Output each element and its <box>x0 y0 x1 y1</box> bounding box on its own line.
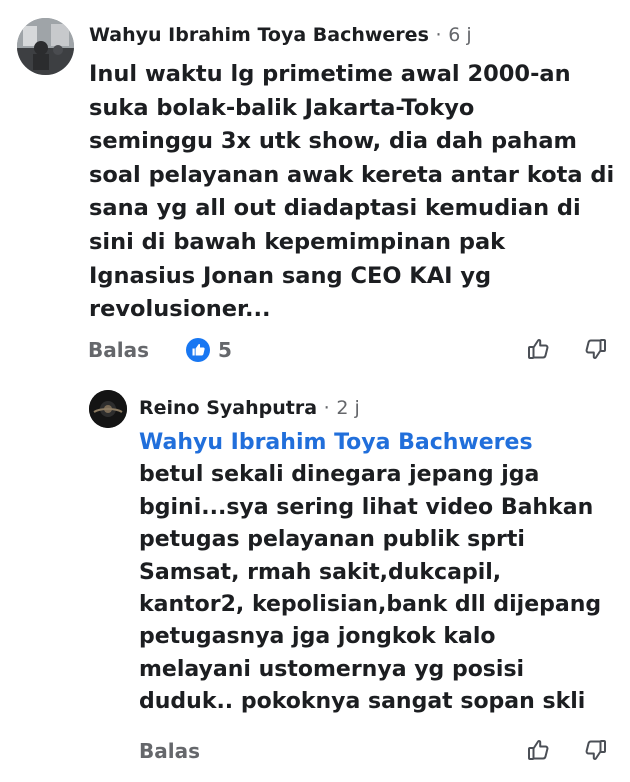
comment-wahyu: Wahyu Ibrahim Toya Bachweres · 6 j Inul … <box>0 0 630 375</box>
thumbs-down-icon[interactable] <box>581 335 609 363</box>
separator-dot: · <box>435 24 442 46</box>
like-badge-icon <box>186 338 210 362</box>
comment-line: sini di bawah kepemimpinan pak <box>89 228 506 255</box>
separator-dot: · <box>323 397 330 419</box>
comment-header: Reino Syahputra · 2 j <box>139 395 360 421</box>
thumbs-down-icon[interactable] <box>581 736 609 764</box>
comment-line: sana yg all out diadaptasi kemudian di <box>89 195 581 222</box>
comment-header: Wahyu Ibrahim Toya Bachweres · 6 j <box>89 22 472 48</box>
comment-line: Ignasius Jonan sang CEO KAI yg <box>89 262 492 289</box>
comment-reino-reply: Reino Syahputra · 2 j Wahyu Ibrahim Toya… <box>0 375 630 782</box>
avatar[interactable] <box>17 18 74 75</box>
like-count: 5 <box>218 338 232 362</box>
thumbs-up-icon[interactable] <box>525 335 553 363</box>
thumbs-up-icon[interactable] <box>525 736 553 764</box>
reply-button[interactable]: Balas <box>88 336 149 364</box>
comment-line: duduk.. pokoknya sangat sopan skli <box>139 689 586 715</box>
comment-body: Inul waktu lg primetime awal 2000-an suk… <box>89 58 614 327</box>
timestamp[interactable]: 6 j <box>448 24 471 46</box>
reply-button[interactable]: Balas <box>139 737 200 765</box>
comment-line: revolusioner... <box>89 296 271 323</box>
comment-line: seminggu 3x utk show, dia dah paham <box>89 128 577 155</box>
comment-line: bgini...sya sering lihat video Bahkan <box>139 494 594 520</box>
mention-link[interactable]: Wahyu Ibrahim Toya Bachweres <box>139 427 601 459</box>
comment-line: kantor2, kepolisian,bank dll dijepang <box>139 592 602 618</box>
avatar-photo-icon <box>89 390 127 428</box>
comment-line: suka bolak-balik Jakarta-Tokyo <box>89 94 475 121</box>
comment-line: petugasnya jga jongkok kalo <box>139 624 496 650</box>
author-name[interactable]: Reino Syahputra <box>139 397 317 419</box>
comment-line: Inul waktu lg primetime awal 2000-an <box>89 61 571 87</box>
comment-line: soal pelayanan awak kereta antar kota di <box>89 161 615 188</box>
author-name[interactable]: Wahyu Ibrahim Toya Bachweres <box>89 24 429 46</box>
comment-line: Samsat, rmah sakit,dukcapil, <box>139 559 502 585</box>
avatar-photo-icon <box>17 18 74 75</box>
like-reaction[interactable]: 5 <box>186 336 232 364</box>
timestamp[interactable]: 2 j <box>336 397 359 419</box>
avatar[interactable] <box>89 390 127 428</box>
comment-body: Wahyu Ibrahim Toya Bachweres betul sekal… <box>139 427 601 719</box>
comment-line: melayani ustomernya yg posisi <box>139 656 525 682</box>
comment-line: petugas pelayanan publik sprti <box>139 527 525 553</box>
comment-line: betul sekali dinegara jepang jga <box>139 462 540 488</box>
